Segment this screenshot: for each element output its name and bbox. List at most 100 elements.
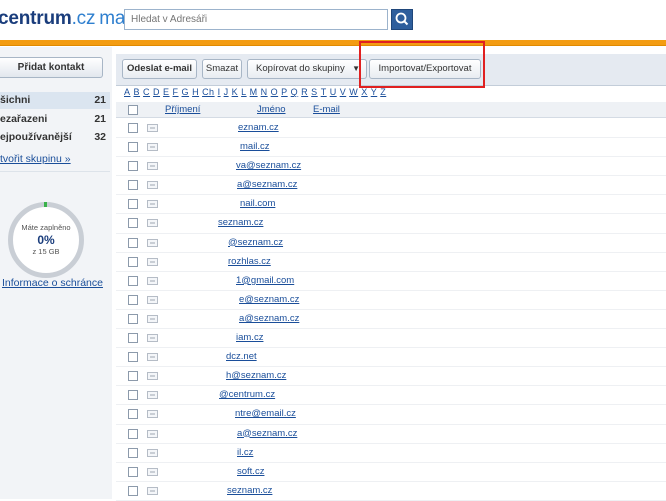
row-checkbox[interactable] xyxy=(128,199,138,210)
row-checkbox[interactable] xyxy=(128,294,138,305)
alphabet-letter[interactable]: S xyxy=(311,87,318,97)
contact-email-link[interactable]: dcz.net xyxy=(226,351,257,362)
contact-email-link[interactable]: va@seznam.cz xyxy=(236,160,301,171)
alphabet-letter[interactable]: W xyxy=(349,87,358,97)
table-row[interactable]: va@seznam.cz xyxy=(116,157,666,177)
row-checkbox[interactable] xyxy=(128,447,138,458)
select-all-checkbox[interactable] xyxy=(128,105,138,115)
row-checkbox[interactable] xyxy=(128,123,138,133)
contact-email-link[interactable]: @centrum.cz xyxy=(219,389,275,400)
table-row[interactable]: iam.cz xyxy=(116,329,666,349)
contact-email-link[interactable]: e@seznam.cz xyxy=(239,294,299,305)
alphabet-letter[interactable]: N xyxy=(261,87,268,97)
alphabet-letter[interactable]: T xyxy=(321,87,327,97)
row-checkbox[interactable] xyxy=(128,409,138,420)
row-checkbox[interactable] xyxy=(128,275,138,286)
table-row[interactable]: a@seznam.cz xyxy=(116,310,666,330)
row-checkbox[interactable] xyxy=(128,237,138,248)
alphabet-letter[interactable]: O xyxy=(271,87,279,97)
contact-email-link[interactable]: h@seznam.cz xyxy=(226,370,286,381)
table-row[interactable]: e@seznam.cz xyxy=(116,291,666,310)
row-checkbox[interactable] xyxy=(128,466,138,477)
alphabet-letter[interactable]: D xyxy=(153,87,160,97)
alphabet-letter[interactable]: Y xyxy=(371,87,378,97)
copy-to-group-dropdown[interactable]: Kopírovat do skupiny ▼ xyxy=(247,59,367,79)
group-all[interactable]: šichni 21 xyxy=(0,92,110,109)
alphabet-letter[interactable]: J xyxy=(224,87,229,97)
row-checkbox[interactable] xyxy=(128,428,138,439)
add-contact-button[interactable]: Přidat kontakt xyxy=(0,57,103,78)
contact-email-link[interactable]: seznam.cz xyxy=(218,217,263,228)
alphabet-letter[interactable]: Q xyxy=(291,87,299,97)
contact-email-link[interactable]: 1@gmail.com xyxy=(236,275,294,286)
alphabet-letter[interactable]: H xyxy=(192,87,199,97)
alphabet-letter[interactable]: Ch xyxy=(202,87,215,97)
table-row[interactable]: a@seznam.cz xyxy=(116,425,666,444)
alphabet-letter[interactable]: A xyxy=(124,87,131,97)
contact-email-link[interactable]: @seznam.cz xyxy=(228,237,283,248)
send-email-button[interactable]: Odeslat e-mail xyxy=(122,59,197,79)
table-row[interactable]: nail.com xyxy=(116,195,666,215)
create-group-link[interactable]: tvořit skupinu » xyxy=(0,153,71,165)
table-row[interactable]: soft.cz xyxy=(116,463,666,482)
row-checkbox[interactable] xyxy=(128,256,138,267)
column-surname[interactable]: Příjmení xyxy=(165,104,200,115)
contact-email-link[interactable]: rozhlas.cz xyxy=(228,256,271,267)
table-row[interactable]: rozhlas.cz xyxy=(116,253,666,272)
alphabet-letter[interactable]: X xyxy=(361,87,368,97)
table-row[interactable]: il.cz xyxy=(116,444,666,463)
alphabet-letter[interactable]: G xyxy=(182,87,190,97)
import-export-button[interactable]: Importovat/Exportovat xyxy=(369,59,481,79)
delete-button[interactable]: Smazat xyxy=(202,59,242,79)
table-row[interactable]: mail.cz xyxy=(116,138,666,158)
contact-email-link[interactable]: seznam.cz xyxy=(227,485,272,496)
row-checkbox[interactable] xyxy=(128,180,138,191)
search-button[interactable] xyxy=(391,9,413,30)
alphabet-letter[interactable]: L xyxy=(241,87,247,97)
row-checkbox[interactable] xyxy=(128,161,138,172)
contact-email-link[interactable]: a@seznam.cz xyxy=(237,428,297,439)
row-checkbox[interactable] xyxy=(128,218,138,229)
alphabet-letter[interactable]: P xyxy=(281,87,288,97)
column-name[interactable]: Jméno xyxy=(257,104,286,115)
contact-email-link[interactable]: a@seznam.cz xyxy=(239,313,299,324)
alphabet-letter[interactable]: Z xyxy=(380,87,386,97)
contact-email-link[interactable]: a@seznam.cz xyxy=(237,179,297,190)
table-row[interactable]: @seznam.cz xyxy=(116,234,666,253)
address-book-search-input[interactable] xyxy=(124,9,388,30)
contact-email-link[interactable]: mail.cz xyxy=(240,141,270,152)
group-unsorted[interactable]: ezařazeni 21 xyxy=(0,111,110,128)
table-row[interactable]: seznam.cz xyxy=(116,214,666,234)
alphabet-letter[interactable]: U xyxy=(330,87,337,97)
table-row[interactable]: @centrum.cz xyxy=(116,386,666,406)
table-row[interactable]: 1@gmail.com xyxy=(116,272,666,291)
table-row[interactable]: eznam.cz xyxy=(116,119,666,139)
contact-email-link[interactable]: soft.cz xyxy=(237,466,264,477)
alphabet-letter[interactable]: M xyxy=(250,87,258,97)
contact-email-link[interactable]: nail.com xyxy=(240,198,275,209)
alphabet-letter[interactable]: R xyxy=(301,87,308,97)
table-row[interactable]: seznam.cz xyxy=(116,482,666,501)
table-row[interactable]: h@seznam.cz xyxy=(116,367,666,387)
alphabet-letter[interactable]: I xyxy=(218,87,221,97)
column-email[interactable]: E-mail xyxy=(313,104,340,115)
table-row[interactable]: ntre@email.cz xyxy=(116,405,666,425)
group-most-used[interactable]: ejpoužívanější 32 xyxy=(0,129,110,146)
contact-email-link[interactable]: il.cz xyxy=(237,447,253,458)
alphabet-letter[interactable]: F xyxy=(173,87,179,97)
row-checkbox[interactable] xyxy=(128,333,138,344)
alphabet-letter[interactable]: B xyxy=(134,87,141,97)
contact-email-link[interactable]: ntre@email.cz xyxy=(235,408,296,419)
contact-email-link[interactable]: iam.cz xyxy=(236,332,263,343)
row-checkbox[interactable] xyxy=(128,371,138,382)
row-checkbox[interactable] xyxy=(128,390,138,401)
row-checkbox[interactable] xyxy=(128,485,138,496)
mailbox-info-link[interactable]: Informace o schránce xyxy=(2,277,103,289)
alphabet-letter[interactable]: E xyxy=(163,87,170,97)
row-checkbox[interactable] xyxy=(128,352,138,363)
row-checkbox[interactable] xyxy=(128,313,138,324)
contact-email-link[interactable]: eznam.cz xyxy=(238,122,279,133)
table-row[interactable]: a@seznam.cz xyxy=(116,176,666,196)
alphabet-letter[interactable]: K xyxy=(232,87,239,97)
centrum-mail-logo[interactable]: centrum.cz mail xyxy=(0,8,133,30)
